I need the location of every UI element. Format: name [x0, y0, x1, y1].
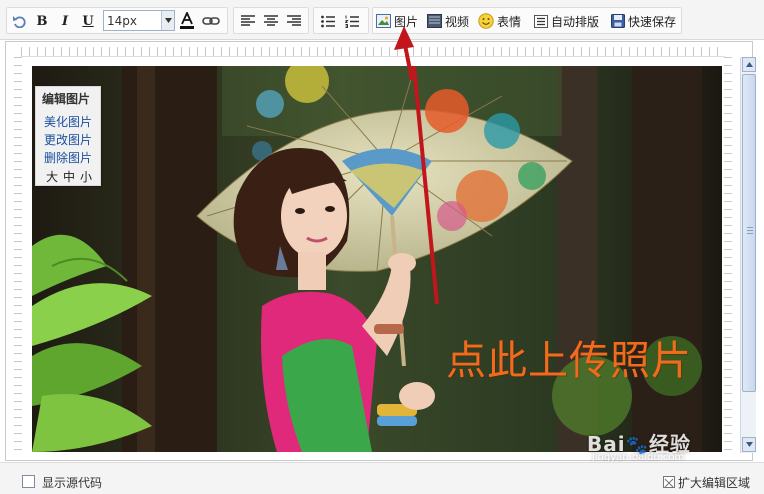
show-source-checkbox[interactable] [22, 475, 35, 488]
top-ruler [21, 47, 725, 57]
image-menu-title: 编辑图片 [42, 92, 91, 106]
scroll-down-button[interactable] [742, 437, 756, 452]
chevron-down-icon [161, 11, 174, 30]
editor-toolbar: B I U 14px 图片 视频 表情 自动排版 快速保存 [0, 0, 764, 40]
quicksave-button[interactable]: 快速保存 [611, 10, 679, 32]
italic-button[interactable]: I [56, 10, 74, 32]
autoformat-icon [534, 14, 548, 28]
underline-button[interactable]: U [79, 10, 97, 32]
chevron-down-icon [745, 442, 753, 447]
vertical-scrollbar[interactable] [740, 57, 756, 453]
chevron-up-icon [745, 62, 753, 67]
scrollbar-thumb[interactable] [742, 74, 756, 392]
expand-editor-link[interactable]: 扩大编辑区域 [678, 474, 750, 491]
font-color-icon [180, 12, 194, 29]
undo-icon [13, 16, 26, 28]
font-size-select[interactable]: 14px [103, 10, 175, 31]
align-left-button[interactable] [239, 10, 257, 32]
align-center-icon [264, 15, 278, 26]
smiley-icon [478, 13, 494, 29]
numbered-list-button[interactable] [343, 10, 361, 32]
size-small-option[interactable]: 小 [80, 168, 92, 185]
font-size-value: 14px [107, 13, 137, 28]
editor-area[interactable]: 编辑图片 美化图片 更改图片 删除图片 大 中 小 点此上传照片 [5, 41, 756, 461]
emotion-label: 表情 [497, 14, 522, 29]
bullet-list-icon [321, 15, 335, 27]
link-icon [202, 17, 220, 25]
expand-icon[interactable] [663, 476, 675, 488]
numbered-list-icon [345, 15, 359, 28]
video-icon [427, 14, 442, 28]
delete-image-link[interactable]: 删除图片 [44, 149, 92, 166]
align-right-icon [287, 15, 301, 26]
image-icon [376, 14, 391, 28]
editor-footer: 显示源代码 扩大编辑区域 [0, 462, 764, 494]
insert-video-button[interactable]: 视频 [427, 10, 471, 32]
insert-emotion-button[interactable]: 表情 [478, 10, 524, 32]
size-large-option[interactable]: 大 [46, 168, 58, 185]
autoformat-button[interactable]: 自动排版 [534, 10, 602, 32]
upload-instruction-text: 点此上传照片 [446, 338, 692, 384]
font-color-button[interactable] [178, 10, 196, 32]
beautify-image-link[interactable]: 美化图片 [44, 113, 92, 130]
save-icon [611, 14, 625, 28]
undo-button[interactable] [10, 10, 28, 32]
uploaded-photo[interactable] [32, 66, 722, 452]
insert-image-button[interactable]: 图片 [376, 10, 420, 32]
bold-button[interactable]: B [33, 10, 51, 32]
image-edit-menu: 编辑图片 美化图片 更改图片 删除图片 大 中 小 [35, 86, 101, 186]
align-right-button[interactable] [285, 10, 303, 32]
change-image-link[interactable]: 更改图片 [44, 131, 92, 148]
size-medium-option[interactable]: 中 [63, 168, 75, 185]
image-size-options: 大 中 小 [46, 168, 92, 185]
autoformat-label: 自动排版 [551, 14, 600, 29]
scroll-up-button[interactable] [742, 57, 756, 72]
quicksave-label: 快速保存 [628, 14, 677, 29]
align-center-button[interactable] [262, 10, 280, 32]
align-left-icon [241, 15, 255, 26]
image-label: 图片 [394, 14, 419, 29]
link-button[interactable] [201, 10, 221, 32]
show-source-label[interactable]: 显示源代码 [42, 474, 102, 491]
annotation-arrow [411, 66, 439, 305]
bullet-list-button[interactable] [319, 10, 337, 32]
left-ruler [14, 57, 22, 455]
right-ruler [724, 57, 732, 455]
video-label: 视频 [445, 14, 470, 29]
